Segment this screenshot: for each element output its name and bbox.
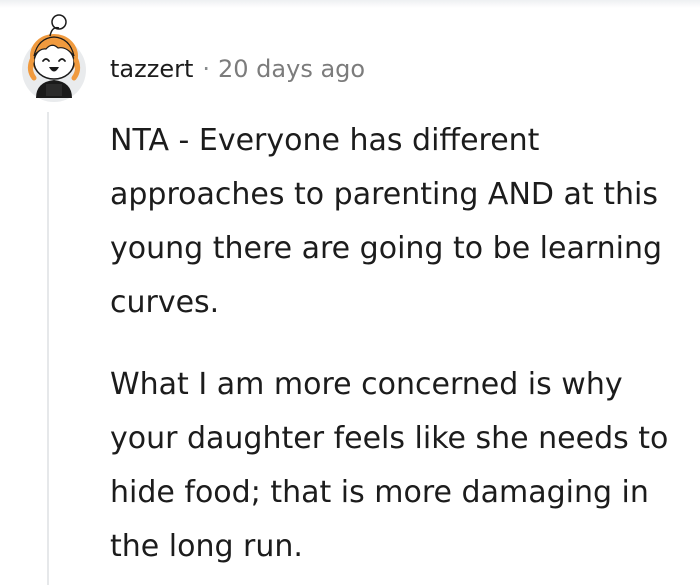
comment-body: NTA - Everyone has different approaches … — [110, 114, 698, 574]
comment: tazzert · 20 days ago NTA - Everyone has… — [0, 0, 700, 585]
author-name[interactable]: tazzert — [110, 55, 193, 83]
user-avatar[interactable] — [12, 4, 96, 104]
comment-paragraph: NTA - Everyone has different approaches … — [110, 123, 663, 320]
snoo-avatar-icon — [22, 14, 86, 102]
thread-line[interactable] — [47, 112, 49, 585]
comment-meta: tazzert · 20 days ago — [110, 54, 365, 84]
comment-timestamp[interactable]: 20 days ago — [218, 55, 365, 83]
meta-separator: · — [202, 55, 210, 83]
comment-paragraph: What I am more concerned is why your dau… — [110, 367, 669, 564]
